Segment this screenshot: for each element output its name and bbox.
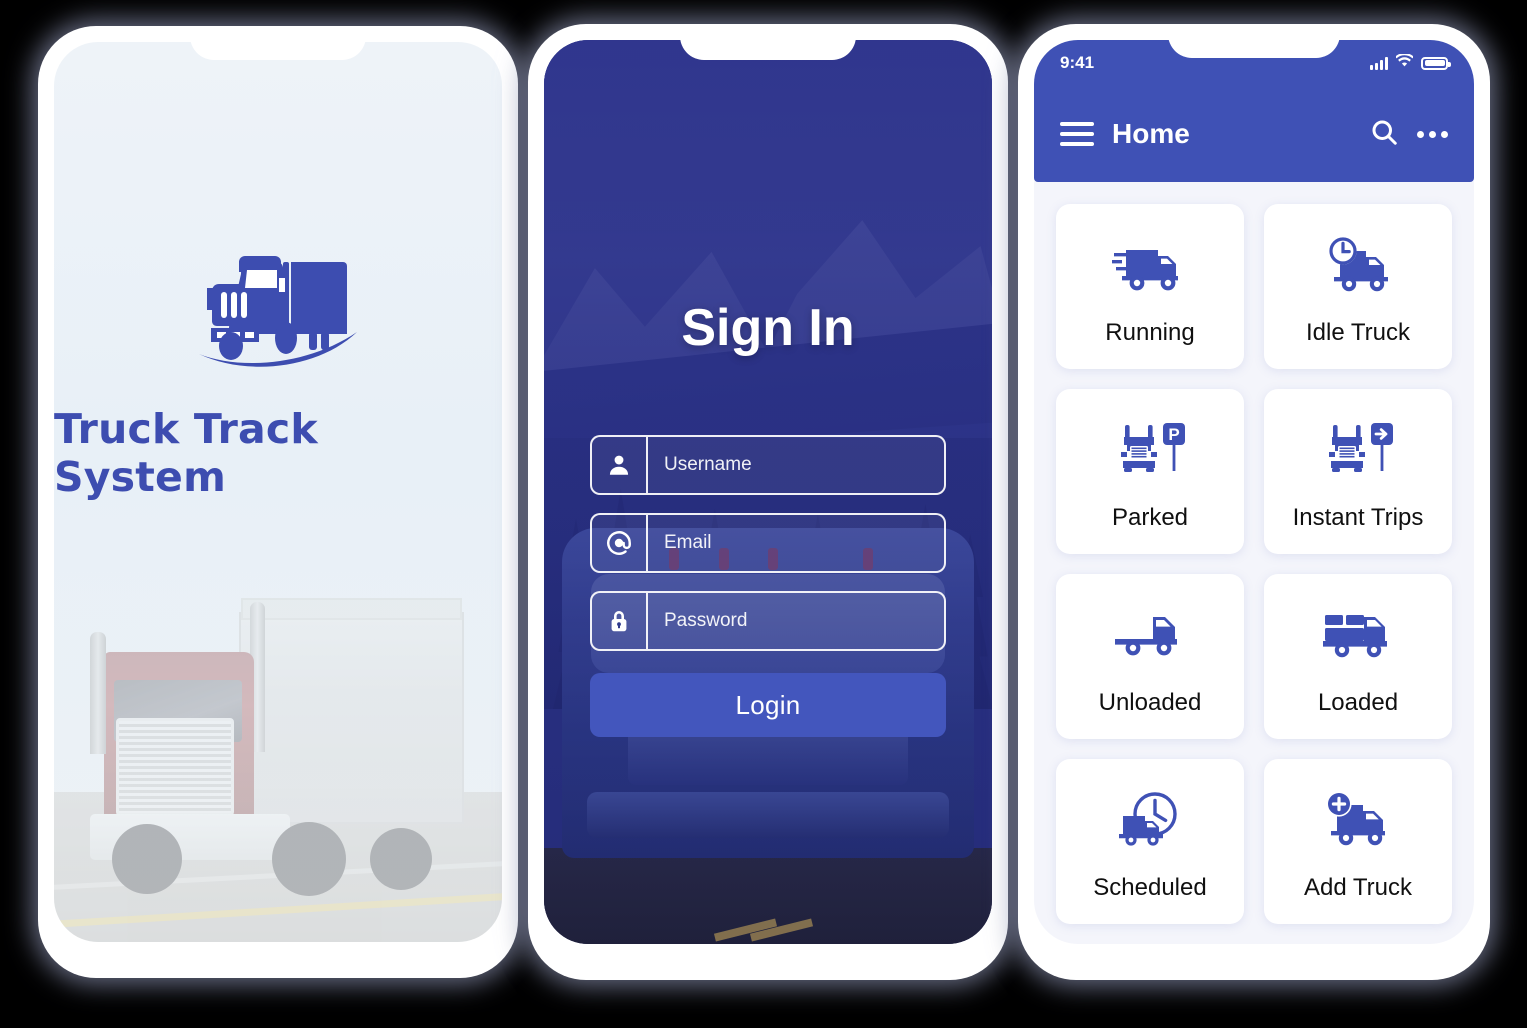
phone-notch — [1168, 24, 1340, 58]
app-bar: 9:41 Home — [1034, 40, 1474, 182]
search-icon[interactable] — [1369, 117, 1399, 152]
tile-label: Parked — [1111, 503, 1189, 531]
truck-empty-bed-icon — [1111, 597, 1189, 673]
phone-mockup-signin: Sign In Username Email Password Login — [528, 24, 1008, 980]
signin-title: Sign In — [681, 299, 855, 357]
page-title: Home — [1112, 118, 1190, 149]
status-bar-time: 9:41 — [1060, 53, 1095, 72]
tile-instant-trips[interactable]: Instant Trips — [1264, 389, 1452, 554]
truck-wheel — [112, 824, 182, 894]
email-field[interactable]: Email — [590, 513, 946, 573]
signin-screen: Sign In Username Email Password Login — [544, 40, 992, 944]
app-title: Truck Track System — [54, 405, 318, 501]
splash-screen: Truck Track System — [54, 42, 502, 942]
email-placeholder: Email — [664, 532, 712, 553]
tile-running[interactable]: Running — [1056, 204, 1244, 369]
truck-moving-icon — [1112, 227, 1188, 303]
tile-idle-truck[interactable]: Idle Truck — [1264, 204, 1452, 369]
phone-mockup-splash: Truck Track System — [38, 26, 518, 978]
user-icon — [592, 437, 648, 493]
tile-parked[interactable]: P Parked — [1056, 389, 1244, 554]
truck-trailer-top — [241, 598, 462, 620]
more-options-icon[interactable] — [1417, 130, 1448, 138]
truck-wheel — [370, 828, 432, 890]
phone-mockup-home: 9:41 Home Running Idle Truck P Parked In… — [1018, 24, 1490, 980]
truck-schedule-clock-icon — [1111, 782, 1189, 858]
truck-clock-icon — [1320, 227, 1396, 303]
splash-background-photo — [54, 512, 502, 942]
tile-label: Running — [1105, 318, 1195, 346]
lock-icon — [592, 593, 648, 649]
truck-exhaust-stack-front — [90, 632, 106, 754]
truck-with-boxes-icon — [1319, 597, 1397, 673]
svg-text:P: P — [1168, 425, 1179, 444]
truck-grille — [116, 718, 234, 816]
truck-arrow-sign-icon — [1318, 412, 1398, 488]
tile-label: Add Truck — [1303, 873, 1413, 901]
battery-full-icon — [1421, 56, 1451, 70]
tile-loaded[interactable]: Loaded — [1264, 574, 1452, 739]
hamburger-menu-icon[interactable] — [1060, 122, 1094, 146]
username-placeholder: Username — [664, 454, 752, 475]
truck-parking-sign-icon: P — [1110, 412, 1190, 488]
tile-scheduled[interactable]: Scheduled — [1056, 759, 1244, 924]
wifi-icon — [1395, 53, 1414, 72]
truck-wheel — [272, 822, 346, 896]
username-field[interactable]: Username — [590, 435, 946, 495]
password-field[interactable]: Password — [590, 591, 946, 651]
home-tile-grid: Running Idle Truck P Parked Instant Trip… — [1034, 182, 1474, 944]
login-button[interactable]: Login — [590, 673, 946, 737]
tile-add-truck[interactable]: Add Truck — [1264, 759, 1452, 924]
tile-label: Unloaded — [1098, 688, 1202, 716]
tile-label: Instant Trips — [1292, 503, 1424, 531]
truck-plus-icon — [1319, 782, 1397, 858]
password-placeholder: Password — [664, 610, 748, 631]
truck-trailer — [239, 598, 464, 824]
signin-form: Sign In Username Email Password Login — [544, 40, 992, 944]
app-bar-row: Home — [1034, 86, 1474, 182]
phone-notch — [680, 24, 856, 60]
home-screen: 9:41 Home Running Idle Truck P Parked In… — [1034, 40, 1474, 944]
phone-notch — [190, 26, 366, 60]
tile-label: Idle Truck — [1305, 318, 1411, 346]
tile-label: Scheduled — [1093, 873, 1207, 901]
at-sign-icon — [592, 515, 648, 571]
tile-label: Loaded — [1317, 688, 1399, 716]
cellular-signal-icon — [1370, 56, 1388, 70]
screenshot-stage: Truck Track System Sign In Username Emai… — [0, 0, 1527, 1028]
splash-logo-block: Truck Track System — [54, 240, 502, 501]
tile-unloaded[interactable]: Unloaded — [1056, 574, 1244, 739]
road-center-line — [54, 890, 502, 931]
truck-logo-icon — [183, 240, 373, 385]
status-bar-indicators — [1370, 53, 1451, 72]
